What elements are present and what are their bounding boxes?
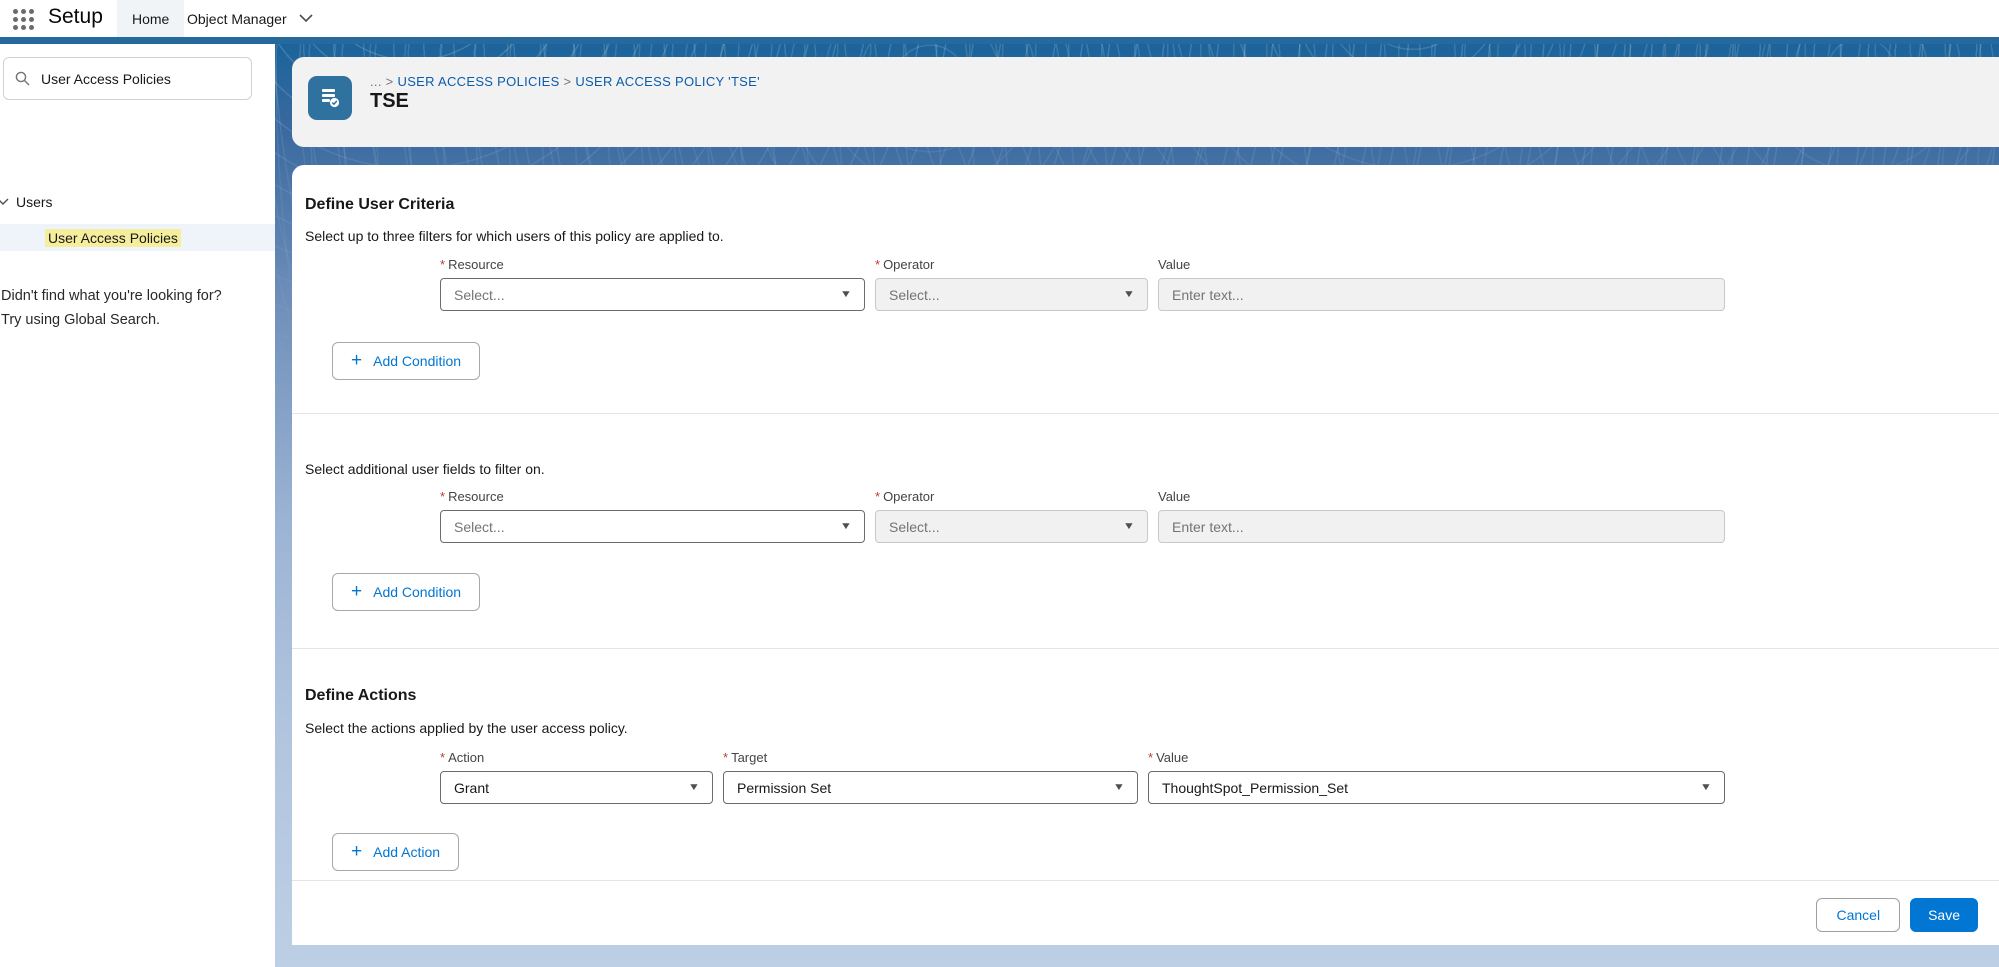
sidebar-help-line2: Try using Global Search. bbox=[1, 308, 222, 332]
required-marker: * bbox=[875, 489, 880, 504]
tab-home-label: Home bbox=[132, 11, 169, 27]
section-divider bbox=[292, 413, 1999, 414]
breadcrumb-separator: > bbox=[386, 74, 394, 89]
target-field: * Target Permission Set ▼ bbox=[723, 750, 1138, 804]
criteria-operator-label: * Operator bbox=[875, 257, 1148, 272]
policy-form-card: Define User Criteria Select up to three … bbox=[292, 165, 1999, 945]
additional-resource-label: * Resource bbox=[440, 489, 865, 504]
target-select[interactable]: Permission Set ▼ bbox=[723, 771, 1138, 804]
dropdown-chevron-icon: ▼ bbox=[688, 782, 700, 793]
page-header-card: ... > USER ACCESS POLICIES > USER ACCESS… bbox=[292, 57, 1999, 147]
dropdown-chevron-icon: ▼ bbox=[840, 521, 852, 532]
action-value-field: * Value ThoughtSpot_Permission_Set ▼ bbox=[1148, 750, 1725, 804]
additional-field-row: * Resource Select... ▼ * Operator Select… bbox=[440, 489, 1725, 543]
plus-icon: + bbox=[351, 582, 362, 601]
actions-field-row: * Action Grant ▼ * Target Permission Set… bbox=[440, 750, 1725, 804]
additional-value-field: Value bbox=[1158, 489, 1725, 543]
criteria-value-input bbox=[1158, 278, 1725, 311]
breadcrumb-link-user-access-policy-tse[interactable]: USER ACCESS POLICY 'TSE' bbox=[575, 74, 760, 89]
search-icon bbox=[15, 71, 30, 86]
action-select[interactable]: Grant ▼ bbox=[440, 771, 713, 804]
criteria-resource-select[interactable]: Select... ▼ bbox=[440, 278, 865, 311]
target-label: * Target bbox=[723, 750, 1138, 765]
criteria-value-field: Value bbox=[1158, 257, 1725, 311]
sidebar-search-box[interactable]: User Access Policies bbox=[3, 57, 252, 100]
additional-value-input bbox=[1158, 510, 1725, 543]
plus-icon: + bbox=[351, 842, 362, 861]
section-heading-define-user-criteria: Define User Criteria bbox=[305, 196, 454, 214]
breadcrumb: ... > USER ACCESS POLICIES > USER ACCESS… bbox=[370, 74, 760, 89]
action-label: * Action bbox=[440, 750, 713, 765]
add-condition-button-2[interactable]: + Add Condition bbox=[332, 573, 480, 611]
chevron-down-icon bbox=[0, 198, 9, 206]
tab-object-manager[interactable]: Object Manager bbox=[181, 0, 319, 37]
action-value-label: * Value bbox=[1148, 750, 1725, 765]
required-marker: * bbox=[723, 750, 728, 765]
additional-operator-select: Select... ▼ bbox=[875, 510, 1148, 543]
tab-object-manager-label: Object Manager bbox=[187, 11, 287, 27]
footer-actions: Cancel Save bbox=[1816, 898, 1978, 932]
criteria-operator-select: Select... ▼ bbox=[875, 278, 1148, 311]
additional-resource-field: * Resource Select... ▼ bbox=[440, 489, 865, 543]
dropdown-chevron-icon: ▼ bbox=[1123, 521, 1135, 532]
dropdown-chevron-icon: ▼ bbox=[1123, 289, 1135, 300]
sidebar-item-user-access-policies-label: User Access Policies bbox=[45, 229, 181, 247]
criteria-resource-label: * Resource bbox=[440, 257, 865, 272]
required-marker: * bbox=[1148, 750, 1153, 765]
main-region: ... > USER ACCESS POLICIES > USER ACCESS… bbox=[275, 44, 1999, 967]
section-description-criteria: Select up to three filters for which use… bbox=[305, 228, 724, 244]
sidebar-item-users[interactable]: Users bbox=[0, 191, 53, 213]
dropdown-chevron-icon: ▼ bbox=[1113, 782, 1125, 793]
sidebar-help-line1: Didn't find what you're looking for? bbox=[1, 284, 222, 308]
global-nav: Setup Home Object Manager bbox=[0, 0, 1999, 37]
dropdown-chevron-icon: ▼ bbox=[840, 289, 852, 300]
section-description-actions: Select the actions applied by the user a… bbox=[305, 720, 628, 736]
required-marker: * bbox=[440, 489, 445, 504]
additional-value-label: Value bbox=[1158, 489, 1725, 504]
criteria-value-label: Value bbox=[1158, 257, 1725, 272]
criteria-resource-field: * Resource Select... ▼ bbox=[440, 257, 865, 311]
tab-home[interactable]: Home bbox=[117, 0, 184, 37]
criteria-operator-field: * Operator Select... ▼ bbox=[875, 257, 1148, 311]
plus-icon: + bbox=[351, 351, 362, 370]
nav-underline bbox=[0, 37, 1999, 44]
section-heading-define-actions: Define Actions bbox=[305, 687, 416, 705]
app-title: Setup bbox=[48, 5, 103, 29]
sidebar-item-users-label: Users bbox=[16, 194, 53, 210]
sidebar-help-text: Didn't find what you're looking for? Try… bbox=[1, 284, 222, 332]
action-value-select[interactable]: ThoughtSpot_Permission_Set ▼ bbox=[1148, 771, 1725, 804]
page-title: TSE bbox=[370, 90, 409, 113]
section-description-additional: Select additional user fields to filter … bbox=[305, 461, 545, 477]
breadcrumb-separator: > bbox=[563, 74, 571, 89]
required-marker: * bbox=[440, 257, 445, 272]
add-condition-button-1[interactable]: + Add Condition bbox=[332, 342, 480, 380]
add-action-button[interactable]: + Add Action bbox=[332, 833, 459, 871]
additional-operator-label: * Operator bbox=[875, 489, 1148, 504]
user-access-policy-icon bbox=[308, 76, 352, 120]
chevron-down-icon bbox=[299, 14, 313, 23]
app-launcher-icon[interactable] bbox=[13, 9, 34, 30]
breadcrumb-collapsed[interactable]: ... bbox=[370, 74, 382, 89]
additional-operator-field: * Operator Select... ▼ bbox=[875, 489, 1148, 543]
action-field: * Action Grant ▼ bbox=[440, 750, 713, 804]
save-button[interactable]: Save bbox=[1910, 898, 1978, 932]
footer-divider bbox=[292, 880, 1999, 881]
breadcrumb-link-user-access-policies[interactable]: USER ACCESS POLICIES bbox=[398, 74, 560, 89]
setup-sidebar: User Access Policies Users User Access P… bbox=[0, 44, 275, 967]
criteria-field-row: * Resource Select... ▼ * Operator Select… bbox=[440, 257, 1725, 311]
section-divider bbox=[292, 648, 1999, 649]
dropdown-chevron-icon: ▼ bbox=[1700, 782, 1712, 793]
additional-resource-select[interactable]: Select... ▼ bbox=[440, 510, 865, 543]
sidebar-search-value: User Access Policies bbox=[41, 71, 171, 87]
cancel-button[interactable]: Cancel bbox=[1816, 898, 1900, 932]
sidebar-item-user-access-policies[interactable]: User Access Policies bbox=[0, 224, 275, 251]
required-marker: * bbox=[875, 257, 880, 272]
required-marker: * bbox=[440, 750, 445, 765]
